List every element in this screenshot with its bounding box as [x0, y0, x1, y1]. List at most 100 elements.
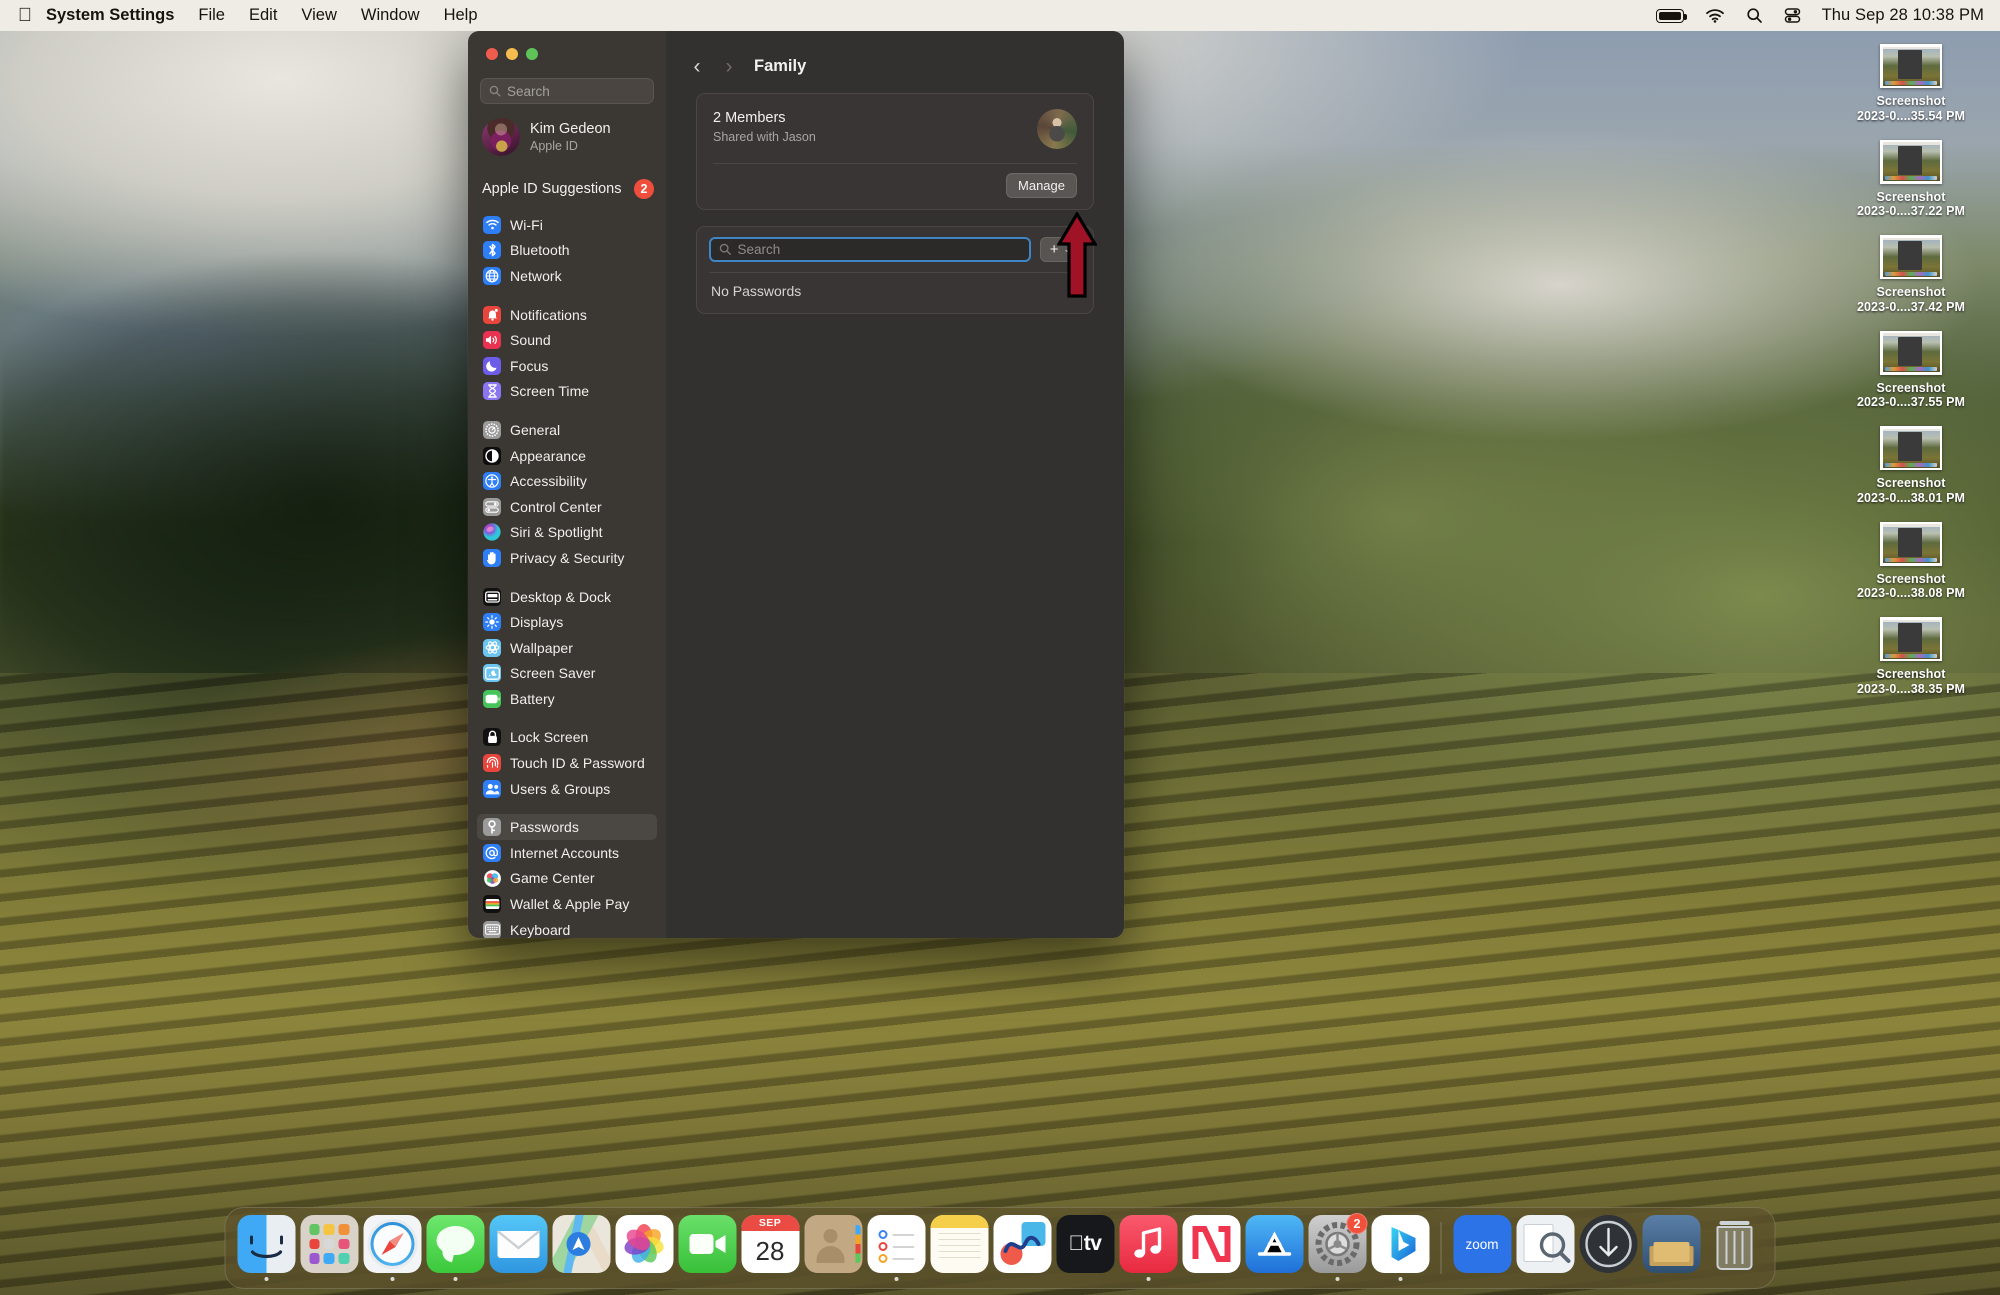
dock-item-facetime[interactable] — [676, 1215, 739, 1281]
menu-item-view[interactable]: View — [289, 6, 348, 25]
sidebar-item-privacy-security[interactable]: Privacy & Security — [477, 545, 657, 571]
sidebar-item-label: Screen Time — [510, 383, 590, 400]
menu-item-help[interactable]: Help — [432, 6, 490, 25]
dock-item-apple-tv[interactable]: tv — [1054, 1215, 1117, 1281]
sidebar-item-sound[interactable]: Sound — [477, 327, 657, 353]
screenshot-thumbnail — [1880, 521, 1942, 566]
dock-item-maps[interactable] — [550, 1215, 613, 1281]
dock-item-freeform[interactable] — [991, 1215, 1054, 1281]
apple-logo-icon[interactable]:  — [14, 6, 36, 25]
battery-icon — [483, 689, 501, 708]
sidebar-apple-id-row[interactable]: Kim Gedeon Apple ID — [468, 104, 666, 156]
sidebar-item-keyboard[interactable]: Keyboard — [477, 917, 657, 938]
sidebar-item-lock-screen[interactable]: Lock Screen — [477, 725, 657, 751]
dock-item-safari[interactable] — [361, 1215, 424, 1281]
dock-item-music[interactable] — [1117, 1215, 1180, 1281]
sidebar-item-siri-spotlight[interactable]: Siri & Spotlight — [477, 520, 657, 546]
sidebar-item-users-groups[interactable]: Users & Groups — [477, 776, 657, 802]
sidebar-item-desktop-dock[interactable]: Desktop & Dock — [477, 584, 657, 610]
sidebar-item-battery[interactable]: Battery — [477, 686, 657, 712]
dock-item-reminders[interactable] — [865, 1215, 928, 1281]
dock-item-mail[interactable] — [487, 1215, 550, 1281]
dock-item-system-settings[interactable]: 2 — [1306, 1213, 1369, 1281]
sidebar-item-focus[interactable]: Focus — [477, 353, 657, 379]
manage-button[interactable]: Manage — [1006, 172, 1077, 198]
sidebar-search-placeholder: Search — [507, 83, 550, 99]
search-input[interactable]: Search — [709, 236, 1031, 262]
sidebar-item-label: Siri & Spotlight — [510, 524, 603, 541]
dock-item-messages[interactable] — [424, 1215, 487, 1281]
menu-item-system-settings[interactable]: System Settings — [36, 6, 186, 25]
dock-item-notes[interactable] — [928, 1215, 991, 1281]
menu-item-edit[interactable]: Edit — [237, 6, 289, 25]
sidebar-search-input[interactable]: Search — [480, 78, 654, 104]
dock-item-calendar[interactable]: SEP 28 — [739, 1215, 802, 1281]
dock-item-downloads-stack[interactable] — [1577, 1215, 1640, 1281]
sidebar-item-label: Touch ID & Password — [510, 755, 645, 772]
desktop-icon[interactable]: Screenshot 2023-0....38.08 PM — [1836, 521, 1986, 602]
screenshot-thumbnail — [1880, 330, 1942, 375]
minimize-button[interactable] — [506, 48, 518, 60]
launchpad-icon — [300, 1215, 358, 1273]
sidebar-item-passwords[interactable]: Passwords — [477, 814, 657, 841]
key-icon — [483, 818, 501, 837]
dock-item-app-store[interactable] — [1243, 1215, 1306, 1281]
sidebar-item-wi-fi[interactable]: Wi-Fi — [477, 212, 657, 238]
desktop-icon[interactable]: Screenshot 2023-0....37.55 PM — [1836, 330, 1986, 411]
search-placeholder: Search — [737, 241, 781, 257]
desktop-icon[interactable]: Screenshot 2023-0....37.22 PM — [1836, 139, 1986, 220]
sidebar-item-label: General — [510, 421, 561, 438]
contrast-icon — [483, 446, 501, 465]
sidebar-item-bluetooth[interactable]: Bluetooth — [477, 238, 657, 264]
control-center-icon[interactable] — [1784, 7, 1801, 24]
dock-item-news[interactable] — [1180, 1215, 1243, 1281]
battery-icon[interactable] — [1655, 8, 1687, 23]
sidebar-item-label: Wi-Fi — [510, 216, 543, 233]
dock-item-contacts[interactable] — [802, 1215, 865, 1281]
menu-item-file[interactable]: File — [186, 6, 237, 25]
search-icon — [489, 85, 501, 97]
sidebar-item-wallpaper[interactable]: Wallpaper — [477, 635, 657, 661]
search-icon[interactable] — [1746, 7, 1763, 24]
menu-item-window[interactable]: Window — [349, 6, 432, 25]
sidebar-item-notifications[interactable]: Notifications — [477, 302, 657, 328]
dock-item-launchpad[interactable] — [298, 1215, 361, 1281]
desktop-icon[interactable]: Screenshot 2023-0....37.42 PM — [1836, 235, 1986, 315]
sidebar-item-game-center[interactable]: Game Center — [477, 866, 657, 892]
sidebar-item-control-center[interactable]: Control Center — [477, 494, 657, 520]
back-button[interactable]: ‹ — [684, 53, 710, 79]
sidebar-item-label: Battery — [510, 690, 555, 707]
dock-item-photos[interactable] — [613, 1215, 676, 1281]
dock-item-bing[interactable] — [1369, 1215, 1432, 1281]
sidebar-item-screen-saver[interactable]: Screen Saver — [477, 661, 657, 687]
sidebar-item-general[interactable]: General — [477, 417, 657, 443]
dock-item-files-stack[interactable] — [1640, 1215, 1703, 1281]
dock-item-finder[interactable] — [235, 1215, 298, 1281]
dock-item-preview[interactable] — [1514, 1215, 1577, 1281]
keyboard-icon — [483, 920, 501, 938]
wifi-icon[interactable] — [1705, 8, 1725, 23]
system-settings-window: Search Kim Gedeon Apple ID Apple ID Sugg… — [468, 31, 1124, 938]
dock-item-zoom[interactable]: zoom — [1451, 1215, 1514, 1281]
forward-button[interactable]: › — [716, 53, 742, 79]
sidebar-item-displays[interactable]: Displays — [477, 609, 657, 635]
maximize-button[interactable] — [526, 48, 538, 60]
dock-item-trash[interactable] — [1703, 1215, 1766, 1281]
gear-icon — [483, 420, 501, 439]
wallet-icon — [483, 895, 501, 914]
sidebar-item-screen-time[interactable]: Screen Time — [477, 379, 657, 405]
menu-bar-clock[interactable]: Thu Sep 28 10:38 PM — [1822, 6, 1984, 25]
desktop-icon[interactable]: Screenshot 2023-0....35.54 PM — [1836, 44, 1986, 124]
desktop-icon[interactable]: Screenshot 2023-0....38.35 PM — [1836, 617, 1986, 697]
sidebar-item-network[interactable]: Network — [477, 263, 657, 289]
sidebar-item-wallet-apple-pay[interactable]: Wallet & Apple Pay — [477, 891, 657, 917]
sidebar-item-apple-id-suggestions[interactable]: Apple ID Suggestions 2 — [468, 172, 666, 206]
close-button[interactable] — [486, 48, 498, 60]
sidebar-item-label: Privacy & Security — [510, 549, 625, 566]
desktop-icon[interactable]: Screenshot 2023-0....38.01 PM — [1836, 426, 1986, 506]
sidebar-item-appearance[interactable]: Appearance — [477, 443, 657, 469]
sidebar-item-touch-id-password[interactable]: Touch ID & Password — [477, 750, 657, 776]
sidebar-item-internet-accounts[interactable]: Internet Accounts — [477, 840, 657, 866]
sidebar-item-accessibility[interactable]: Accessibility — [477, 468, 657, 494]
